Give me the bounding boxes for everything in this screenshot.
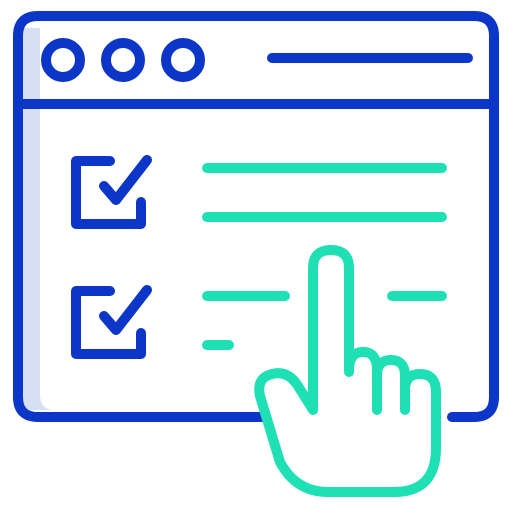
window-shadow xyxy=(22,28,52,410)
icon-canvas xyxy=(13,11,499,497)
hand-outline xyxy=(254,245,441,497)
hand-pointer-icon xyxy=(254,245,441,497)
window-dot-icon xyxy=(161,38,205,82)
window-dot-icon xyxy=(101,38,145,82)
checkbox-checked-icon xyxy=(71,155,152,229)
checkbox-checked-icon xyxy=(71,285,152,359)
online-checklist-icon xyxy=(0,0,512,512)
window-dot-icon xyxy=(41,38,85,82)
